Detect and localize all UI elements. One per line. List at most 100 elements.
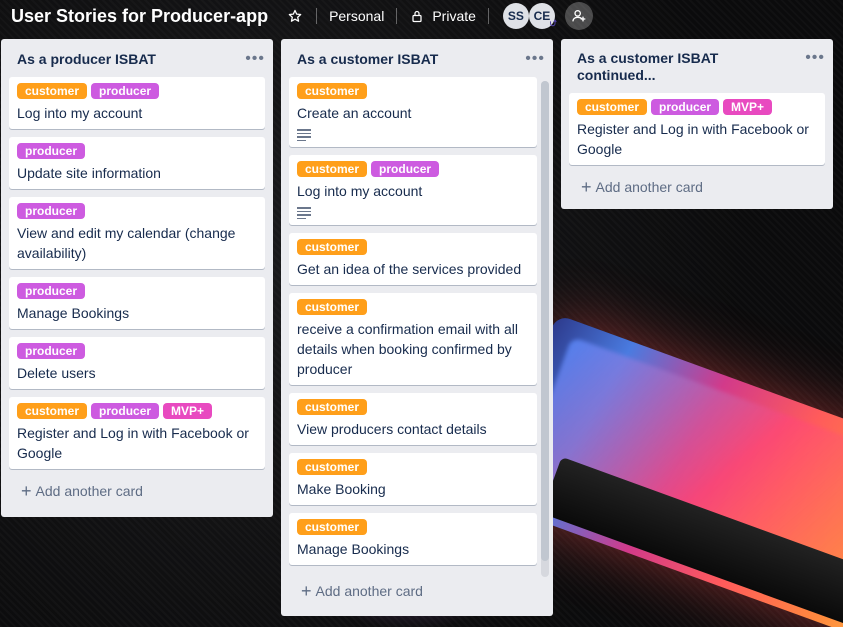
card[interactable]: customer Create an account [289, 77, 537, 147]
admin-chevron-icon: ⮍ [549, 18, 557, 28]
label-producer[interactable]: producer [17, 343, 86, 359]
card[interactable]: producer Delete users [9, 337, 265, 389]
privacy-button[interactable]: Private [432, 8, 476, 24]
card[interactable]: customer Get an idea of the services prov… [289, 233, 537, 285]
card[interactable]: customer Make Booking [289, 453, 537, 505]
card-title: receive a confirmation email with all de… [297, 321, 518, 377]
label-producer[interactable]: producer [371, 161, 440, 177]
card-title: Manage Bookings [297, 541, 410, 557]
card-labels: producer [17, 143, 257, 159]
plus-icon: + [301, 581, 312, 601]
card-labels: customer [297, 459, 529, 475]
card-title: Create an account [297, 105, 412, 121]
label-customer[interactable]: customer [297, 519, 368, 535]
card-title: View and edit my calendar (change availa… [17, 225, 236, 261]
card[interactable]: customer producer MVP+ Register and Log in … [9, 397, 265, 469]
label-mvp[interactable]: MVP+ [163, 403, 213, 419]
board-header: User Stories for Producer-app Personal P… [0, 0, 843, 32]
label-customer[interactable]: customer [297, 459, 368, 475]
label-customer[interactable]: customer [297, 161, 368, 177]
card[interactable]: customer Manage Bookings [289, 513, 537, 565]
add-card-label: Add another card [595, 179, 703, 195]
card-labels: customer producer [297, 161, 529, 177]
label-customer[interactable]: customer [297, 83, 368, 99]
card[interactable]: customer producer Log into my account [9, 77, 265, 129]
card[interactable]: producer Update site information [9, 137, 265, 189]
card-labels: customer [297, 519, 529, 535]
add-card-button[interactable]: + Add another card [281, 575, 553, 607]
card-title: Log into my account [17, 105, 143, 121]
plus-icon: + [581, 177, 592, 197]
label-producer[interactable]: producer [17, 283, 86, 299]
list-customer-isbat: As a customer ISBAT ••• customer Create a… [281, 39, 553, 616]
card-labels: customer producer [17, 83, 257, 99]
card-list: customer producer MVP+ Register and Log in … [561, 93, 833, 173]
card[interactable]: producer View and edit my calendar (chang… [9, 197, 265, 269]
card-labels: customer producer MVP+ [577, 99, 817, 115]
card-title: Delete users [17, 365, 96, 381]
list-menu-icon[interactable]: ••• [525, 51, 545, 67]
scrollbar-thumb[interactable] [541, 81, 549, 561]
card-title: Update site information [17, 165, 161, 181]
card-title: Log into my account [297, 183, 423, 199]
add-card-label: Add another card [35, 483, 143, 499]
card-title: Make Booking [297, 481, 386, 497]
card-list: customer Create an account customer produce… [281, 77, 553, 575]
description-icon [297, 207, 311, 219]
label-customer[interactable]: customer [577, 99, 648, 115]
card[interactable]: customer producer Log into my account [289, 155, 537, 225]
label-producer[interactable]: producer [91, 403, 160, 419]
header-divider [487, 8, 489, 24]
card[interactable]: producer Manage Bookings [9, 277, 265, 329]
label-customer[interactable]: customer [17, 403, 88, 419]
label-producer[interactable]: producer [651, 99, 720, 115]
list-menu-icon[interactable]: ••• [245, 51, 265, 67]
card[interactable]: customer producer MVP+ Register and Log in … [569, 93, 825, 165]
card-labels: customer [297, 239, 529, 255]
label-producer[interactable]: producer [17, 143, 86, 159]
card-title: Manage Bookings [17, 305, 130, 321]
label-producer[interactable]: producer [17, 203, 86, 219]
label-customer[interactable]: customer [297, 239, 368, 255]
card-title: Register and Log in with Facebook or Goo… [577, 121, 809, 157]
card-labels: producer [17, 283, 257, 299]
card-labels: customer producer MVP+ [17, 403, 257, 419]
add-card-button[interactable]: + Add another card [561, 173, 833, 203]
label-customer[interactable]: customer [17, 83, 88, 99]
lock-icon [411, 10, 423, 23]
plus-icon: + [21, 481, 32, 501]
label-customer[interactable]: customer [297, 299, 368, 315]
list-header: As a customer ISBAT ••• [281, 39, 553, 77]
list-header: As a customer ISBAT continued... ••• [561, 39, 833, 93]
member-avatar[interactable]: SS [502, 3, 529, 29]
add-card-label: Add another card [315, 583, 423, 599]
add-card-button[interactable]: + Add another card [1, 477, 273, 507]
member-avatar[interactable]: CE ⮍ [528, 3, 557, 29]
list-scrollbar[interactable] [541, 81, 549, 577]
list-title[interactable]: As a producer ISBAT [17, 51, 156, 68]
header-divider [316, 8, 318, 24]
description-icon [297, 129, 311, 141]
list-menu-icon[interactable]: ••• [805, 50, 825, 66]
team-visibility-button[interactable]: Personal [329, 8, 384, 24]
card[interactable]: customer receive a confirmation email wit… [289, 293, 537, 385]
board-title[interactable]: User Stories for Producer-app [11, 6, 268, 27]
card-labels: customer [297, 399, 529, 415]
card-labels: customer [297, 299, 529, 315]
list-title[interactable]: As a customer ISBAT continued... [577, 50, 747, 84]
card-labels: customer [297, 83, 529, 99]
card-title: View producers contact details [297, 421, 487, 437]
star-icon[interactable] [286, 7, 304, 25]
card[interactable]: customer View producers contact details [289, 393, 537, 445]
card-labels: producer [17, 203, 257, 219]
list-header: As a producer ISBAT ••• [1, 39, 273, 77]
invite-member-icon[interactable] [564, 2, 593, 30]
list-producer-isbat: As a producer ISBAT ••• customer producer… [1, 39, 273, 517]
label-producer[interactable]: producer [91, 83, 160, 99]
list-customer-isbat-continued: As a customer ISBAT continued... ••• cus… [561, 39, 833, 209]
list-title[interactable]: As a customer ISBAT [297, 51, 438, 68]
label-mvp[interactable]: MVP+ [723, 99, 773, 115]
card-title: Get an idea of the services provided [297, 261, 522, 277]
member-initials: CE [533, 9, 551, 23]
label-customer[interactable]: customer [297, 399, 368, 415]
